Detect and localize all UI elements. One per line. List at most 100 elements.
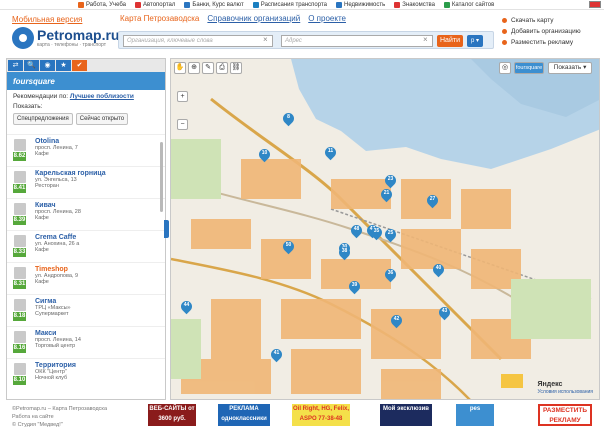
list-item[interactable]: 8.41 Карельская горница ул. Энгельса, 13 Ре… [7, 166, 165, 198]
open-now-button[interactable]: Сейчас открыто [75, 113, 129, 125]
map-pin-icon[interactable]: 39 [346, 278, 363, 295]
collapse-sidebar-handle[interactable] [164, 220, 169, 238]
map-pin-icon[interactable]: 36 [382, 266, 399, 283]
pin-label: 44 [183, 302, 190, 308]
region-button[interactable]: р ▾ [467, 35, 483, 47]
pin-label: 35 [373, 228, 380, 234]
score-badge: 8.62 [13, 152, 26, 161]
tab-search[interactable]: 🔍 [24, 60, 39, 71]
pin-label: 8 [287, 114, 290, 120]
ad-banner-exclusive[interactable]: Мой эксклюзив [380, 404, 432, 426]
logo-text: Petromap.ru [37, 27, 120, 43]
download-map-link[interactable]: Скачать карту [502, 17, 581, 24]
map-pin-icon[interactable]: 25 [382, 226, 399, 243]
pin-label: 50 [285, 242, 292, 248]
list-item[interactable]: 8.31 Timeshop ул. Андропова, 9 Кафе [7, 262, 165, 294]
list-item[interactable]: 8.39 Кивач просп. Ленина, 28 Кафе [7, 198, 165, 230]
catalog-icon [443, 1, 450, 8]
map-pin-icon[interactable]: 43 [436, 304, 453, 321]
map-pin-icon[interactable]: 44 [178, 298, 195, 315]
list-item[interactable]: 8.10 Территория ОКК "Центр" Ночной клуб [7, 358, 165, 390]
map-pin-logo-icon [12, 27, 34, 49]
map-pin-icon[interactable]: 27 [424, 192, 441, 209]
zoom-out-button[interactable]: − [177, 119, 188, 130]
zoom-tool-icon[interactable]: ⊕ [188, 62, 200, 74]
map-pin-icon[interactable]: 21 [378, 186, 395, 203]
ad-banner-place-ad[interactable]: РАЗМЕСТИТЬ РЕКЛАМУ [538, 404, 592, 426]
link-icon[interactable]: ⛓ [230, 62, 242, 74]
terms-link[interactable]: Условия использования [538, 389, 594, 395]
nav-about[interactable]: О проекте [308, 14, 346, 23]
score-badge: 8.16 [13, 344, 26, 353]
show-layers-button[interactable]: Показать ▾ [548, 62, 592, 74]
clear-address-icon[interactable]: × [423, 35, 431, 45]
map-pin-icon[interactable]: 35 [368, 224, 385, 241]
tab-routes[interactable]: ⇄ [8, 60, 23, 71]
yandex-logo[interactable]: Яндекс Условия использования [538, 381, 594, 395]
ad-banner-oil[interactable]: Oil Right, HG, Felix, ASPO 77-38-48 [292, 404, 350, 426]
jobs-icon [78, 1, 84, 8]
clear-search-icon[interactable]: × [263, 35, 271, 45]
ad-banner-websites[interactable]: ВЕБ-САЙТЫ от 3600 руб. [148, 404, 196, 426]
map-pin-icon[interactable]: 23 [382, 172, 399, 189]
foursquare-map-badge[interactable]: foursquare [514, 62, 544, 74]
map-view[interactable]: ✋ ⊕ ✎ ⎙ ⛓ + − ◎ foursquare Показать ▾ 8 1… [170, 58, 600, 400]
list-item[interactable]: 8.33 Crema Caffe ул. Анохина, 26 а Кафе [7, 230, 165, 262]
map-pin-icon[interactable]: 40 [430, 261, 447, 278]
list-item[interactable]: 8.18 Сигма ТРЦ «Максы» Супермаркет [7, 294, 165, 326]
top-link-dating[interactable]: Знакомства [394, 1, 435, 8]
top-link-transport[interactable]: Расписания транспорта [252, 1, 327, 8]
search-input[interactable]: Организация, ключевые слова [123, 35, 273, 47]
language-flag-icon[interactable] [589, 1, 601, 8]
specials-button[interactable]: Спецпредложения [13, 113, 73, 125]
top-link-jobs[interactable]: Работа, Учеба [78, 1, 126, 8]
recommendation-select[interactable]: Лучшее поблизости [70, 93, 134, 100]
footer-link-work[interactable]: Работа на сайте [12, 413, 107, 421]
ad-banner-pes[interactable]: pes [456, 404, 494, 426]
bank-icon [184, 1, 191, 8]
map-pin-icon[interactable]: 10 [256, 146, 273, 163]
map-pin-icon[interactable]: 50 [280, 238, 297, 255]
center-map-icon[interactable]: ◎ [499, 62, 511, 74]
footer-link-studio[interactable]: © Студия "Медвед!" [12, 421, 107, 429]
map-pin-icon[interactable]: 8 [280, 110, 297, 127]
cafe-icon [14, 139, 26, 151]
ad-banner-odnoklassniki[interactable]: РЕКЛАМА одноклассники [218, 404, 270, 426]
tab-foursquare[interactable]: ✔ [72, 60, 87, 71]
address-input[interactable]: Адрес [281, 35, 433, 47]
top-link-auto[interactable]: Автопортал [134, 1, 175, 8]
add-organization-link[interactable]: Добавить организацию [502, 28, 581, 35]
place-ad-link[interactable]: Разместить рекламу [502, 39, 581, 46]
score-badge: 8.33 [13, 248, 26, 257]
find-button[interactable]: Найти [437, 35, 463, 47]
pin-label: 41 [273, 350, 280, 356]
nav-map[interactable]: Карта Петрозаводска [120, 14, 199, 23]
logo[interactable]: Petromap.ru карта · телефоны · транспорт [12, 27, 119, 49]
map-pin-icon[interactable]: 48 [348, 222, 365, 239]
ruler-icon[interactable]: ✎ [202, 62, 214, 74]
nav-directory[interactable]: Справочник организаций [207, 14, 300, 23]
show-label: Показать: [13, 103, 43, 110]
map-pin-icon[interactable]: 42 [388, 312, 405, 329]
top-link-banks[interactable]: Банки, Курс валют [184, 1, 244, 8]
tab-favorites[interactable]: ★ [56, 60, 71, 71]
search-bar: Организация, ключевые слова × Адрес × На… [118, 31, 494, 49]
map-pin-icon[interactable]: 11 [322, 144, 339, 161]
pin-label: 39 [351, 282, 358, 288]
list-item[interactable]: 8.16 Макси просп. Ленина, 14 Торговый центр [7, 326, 165, 358]
sidebar-tabs: ⇄ 🔍 ◉ ★ ✔ [7, 59, 165, 72]
sidebar-scrollbar[interactable] [160, 142, 163, 212]
list-item[interactable]: 8.62 Otolina просп. Ленина, 7 Кафе [7, 134, 165, 166]
top-link-realty[interactable]: Недвижимость [335, 1, 385, 8]
map-pin-icon[interactable]: 38 [336, 244, 353, 261]
print-icon[interactable]: ⎙ [216, 62, 228, 74]
foursquare-header: foursquare [7, 72, 165, 90]
score-badge: 8.39 [13, 216, 26, 225]
download-icon [502, 18, 507, 23]
top-link-catalog[interactable]: Каталог сайтов [443, 1, 494, 8]
map-pin-icon[interactable]: 41 [268, 346, 285, 363]
zoom-in-button[interactable]: + [177, 91, 188, 102]
tab-places[interactable]: ◉ [40, 60, 55, 71]
hand-tool-icon[interactable]: ✋ [174, 62, 186, 74]
mobile-version-link[interactable]: Мобильная версия [12, 15, 82, 24]
